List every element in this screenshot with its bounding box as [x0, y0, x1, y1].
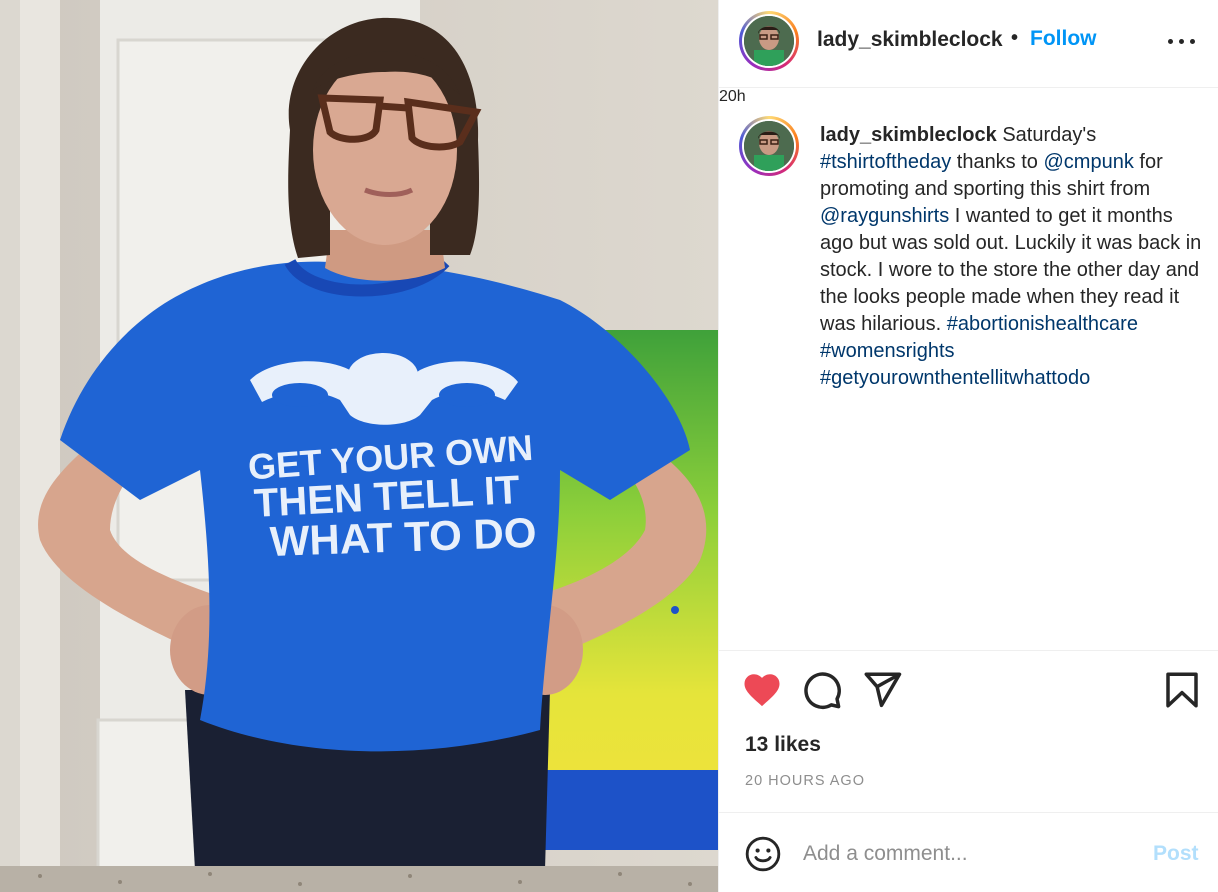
- photo-illustration: GET YOUR OWN THEN TELL IT WHAT TO DO: [0, 0, 718, 892]
- more-horizontal-icon[interactable]: [1165, 24, 1199, 56]
- send-icon[interactable]: [861, 669, 903, 711]
- likes-count[interactable]: 13 likes: [745, 733, 821, 757]
- post-photo[interactable]: GET YOUR OWN THEN TELL IT WHAT TO DO: [0, 0, 718, 892]
- post-comment-button[interactable]: Post: [1153, 842, 1199, 866]
- author-avatar[interactable]: [739, 11, 799, 71]
- post-side-panel: lady_skimbleclock • Follow lady_skimblec…: [718, 0, 1218, 892]
- author-username[interactable]: lady_skimbleclock: [817, 28, 1003, 52]
- avatar-image: [744, 16, 794, 66]
- emoji-icon[interactable]: [744, 835, 782, 873]
- caption-author-avatar[interactable]: [739, 116, 799, 176]
- hashtag-link[interactable]: #getyourownthentellitwhattodo: [820, 367, 1090, 389]
- mention-link[interactable]: @cmpunk: [1043, 151, 1133, 173]
- hashtag-link[interactable]: #tshirtoftheday: [820, 151, 951, 173]
- follow-button[interactable]: Follow: [1030, 27, 1097, 51]
- comment-input[interactable]: [803, 835, 1133, 873]
- caption-text: lady_skimbleclock Saturday's #tshirtofth…: [820, 122, 1205, 392]
- comment-bar: Post: [719, 812, 1218, 892]
- avatar-image: [744, 121, 794, 171]
- separator-dot: •: [1011, 27, 1019, 49]
- post-timestamp[interactable]: 20 HOURS AGO: [745, 773, 865, 789]
- hashtag-link[interactable]: #womensrights: [820, 340, 955, 362]
- hashtag-link[interactable]: #abortionishealthcare: [947, 313, 1138, 335]
- caption-text-2: thanks to: [951, 151, 1044, 173]
- post-actions: 13 likes 20 HOURS AGO: [719, 650, 1218, 812]
- caption-section: lady_skimbleclock Saturday's #tshirtofth…: [719, 88, 1218, 650]
- bookmark-icon[interactable]: [1161, 669, 1203, 711]
- mention-link[interactable]: @raygunshirts: [820, 205, 949, 227]
- comment-icon[interactable]: [801, 669, 843, 711]
- post-header: lady_skimbleclock • Follow: [719, 0, 1218, 88]
- caption-author[interactable]: lady_skimbleclock: [820, 124, 997, 146]
- caption-relative-time[interactable]: 20h: [719, 88, 746, 105]
- shirt-line-3: WHAT TO DO: [269, 509, 537, 565]
- heart-icon[interactable]: [741, 669, 783, 711]
- caption-text-1: Saturday's: [996, 124, 1097, 146]
